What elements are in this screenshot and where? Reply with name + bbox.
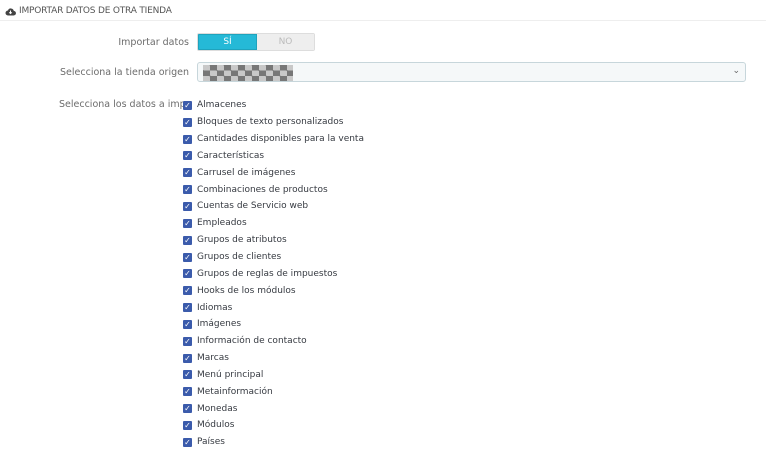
data-checkbox-item[interactable]: ✓ Imágenes — [183, 316, 533, 333]
checkbox-checked-icon[interactable]: ✓ — [183, 336, 192, 346]
checkbox-checked-icon[interactable]: ✓ — [183, 319, 192, 329]
checkbox-checked-icon[interactable]: ✓ — [183, 387, 192, 397]
checkbox-label: Metainformación — [197, 386, 273, 397]
data-checkbox-item[interactable]: ✓ Países — [183, 434, 533, 451]
data-checkbox-item[interactable]: ✓ Cantidades disponibles para la venta — [183, 131, 533, 148]
checkbox-checked-icon[interactable]: ✓ — [183, 370, 192, 380]
data-checkbox-item[interactable]: ✓ Almacenes — [183, 97, 533, 114]
data-checkbox-item[interactable]: ✓ Grupos de reglas de impuestos — [183, 265, 533, 282]
checkbox-label: Grupos de atributos — [197, 235, 287, 246]
checkbox-label: Información de contacto — [197, 336, 307, 347]
checkbox-label: Idiomas — [197, 302, 233, 313]
checkbox-checked-icon[interactable]: ✓ — [183, 269, 192, 279]
data-checkbox-item[interactable]: ✓ Combinaciones de productos — [183, 181, 533, 198]
checkbox-label: Grupos de reglas de impuestos — [197, 268, 338, 279]
checkbox-checked-icon[interactable]: ✓ — [183, 201, 192, 211]
checkbox-label: Almacenes — [197, 100, 247, 111]
checkbox-label: Hooks de los módulos — [197, 285, 296, 296]
checkbox-checked-icon[interactable]: ✓ — [183, 100, 192, 110]
data-checkbox-item[interactable]: ✓ Cuentas de Servicio web — [183, 198, 533, 215]
checkbox-label: Carrusel de imágenes — [197, 167, 296, 178]
data-checkbox-item[interactable]: ✓ Características — [183, 148, 533, 165]
data-checkbox-item[interactable]: ✓ Idiomas — [183, 299, 533, 316]
data-checkbox-item[interactable]: ✓ Metainformación — [183, 383, 533, 400]
checkbox-label: Menú principal — [197, 369, 264, 380]
checkbox-checked-icon[interactable]: ✓ — [183, 353, 192, 363]
checkbox-label: Combinaciones de productos — [197, 184, 328, 195]
checkbox-label: Cuentas de Servicio web — [197, 201, 309, 212]
chevron-down-icon: ⌄ — [732, 66, 740, 76]
source-shop-select[interactable]: ⌄ — [197, 62, 746, 82]
checkbox-label: Empleados — [197, 218, 247, 229]
checkbox-checked-icon[interactable]: ✓ — [183, 420, 192, 430]
checkbox-checked-icon[interactable]: ✓ — [183, 168, 192, 178]
data-checkbox-item[interactable]: ✓ Información de contacto — [183, 333, 533, 350]
checkbox-label: Marcas — [197, 353, 229, 364]
checkbox-checked-icon[interactable]: ✓ — [183, 252, 192, 262]
data-checkbox-item[interactable]: ✓ Grupos de atributos — [183, 232, 533, 249]
data-checkbox-item[interactable]: ✓ Marcas — [183, 350, 533, 367]
divider — [0, 20, 766, 21]
checkbox-label: Países — [197, 437, 225, 448]
data-checkbox-item[interactable]: ✓ Monedas — [183, 400, 533, 417]
checkbox-checked-icon[interactable]: ✓ — [183, 151, 192, 161]
checkbox-label: Características — [197, 150, 265, 161]
checkbox-label: Cantidades disponibles para la venta — [197, 134, 364, 145]
data-checkbox-item[interactable]: ✓ Bloques de texto personalizados — [183, 114, 533, 131]
redacted-shop-name — [203, 65, 293, 81]
source-shop-label: Selecciona la tienda origen — [60, 67, 189, 78]
toggle-yes[interactable]: SÍ — [198, 34, 257, 50]
checkbox-checked-icon[interactable]: ✓ — [183, 134, 192, 144]
data-select-label: Selecciona los datos a importar — [59, 99, 183, 110]
checkbox-label: Monedas — [197, 403, 238, 414]
checkbox-checked-icon[interactable]: ✓ — [183, 117, 192, 127]
data-checkbox-item[interactable]: ✓ Grupos de clientes — [183, 249, 533, 266]
checkbox-label: Bloques de texto personalizados — [197, 117, 344, 128]
checkbox-checked-icon[interactable]: ✓ — [183, 185, 192, 195]
data-checkbox-item[interactable]: ✓ Carrusel de imágenes — [183, 164, 533, 181]
panel-title: IMPORTAR DATOS DE OTRA TIENDA — [19, 6, 172, 16]
import-data-toggle[interactable]: SÍ NO — [197, 33, 315, 51]
data-checkbox-list: ✓ Almacenes ✓ Bloques de texto personalizad… — [183, 97, 533, 451]
checkbox-label: Grupos de clientes — [197, 252, 282, 263]
import-data-label: Importar datos — [118, 37, 189, 48]
data-checkbox-item[interactable]: ✓ Hooks de los módulos — [183, 282, 533, 299]
checkbox-label: Imágenes — [197, 319, 242, 330]
panel-header: IMPORTAR DATOS DE OTRA TIENDA — [5, 3, 172, 19]
checkbox-checked-icon[interactable]: ✓ — [183, 235, 192, 245]
data-checkbox-item[interactable]: ✓ Menú principal — [183, 367, 533, 384]
checkbox-checked-icon[interactable]: ✓ — [183, 303, 192, 313]
data-checkbox-item[interactable]: ✓ Empleados — [183, 215, 533, 232]
checkbox-checked-icon[interactable]: ✓ — [183, 437, 192, 447]
checkbox-checked-icon[interactable]: ✓ — [183, 404, 192, 414]
checkbox-checked-icon[interactable]: ✓ — [183, 218, 192, 228]
checkbox-label: Módulos — [197, 420, 235, 431]
checkbox-checked-icon[interactable]: ✓ — [183, 286, 192, 296]
data-checkbox-item[interactable]: ✓ Módulos — [183, 417, 533, 434]
toggle-no[interactable]: NO — [257, 34, 314, 50]
cloud-download-icon — [5, 7, 16, 16]
